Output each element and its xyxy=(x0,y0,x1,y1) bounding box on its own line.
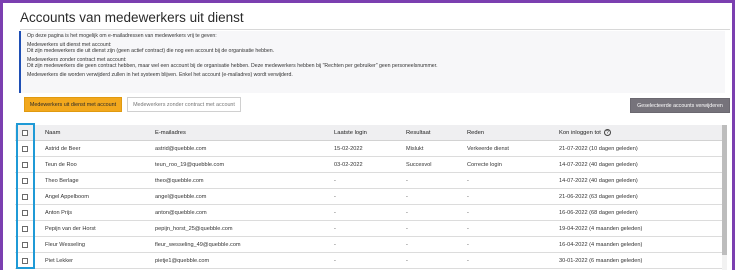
cell-last-login: 03-02-2022 xyxy=(334,162,363,168)
scrollbar-thumb[interactable] xyxy=(722,125,727,255)
cell-email: fleur_wesseling_49@quebble.com xyxy=(155,242,241,248)
cell-last-login: - xyxy=(334,178,336,184)
cell-last-login: - xyxy=(334,210,336,216)
cell-email: pietje1@quebble.com xyxy=(155,258,210,264)
cell-name: Fleur Wesseling xyxy=(45,242,86,248)
cell-can-login-until: 30-01-2022 (6 maanden geleden) xyxy=(559,258,643,264)
cell-can-login-until: 19-04-2022 (4 maanden geleden) xyxy=(559,226,643,232)
page-header: Accounts van medewerkers uit dienst xyxy=(6,6,730,30)
cell-reason: - xyxy=(467,194,469,200)
table-row: Pepijn van der Horst pepijn_horst_25@que… xyxy=(15,221,727,237)
table-row: Piet Lekker pietje1@quebble.com - - - 30… xyxy=(15,253,727,269)
cell-can-login-until: 21-06-2022 (63 dagen geleden) xyxy=(559,194,638,200)
table-row: Angel Appelboom angel@quebble.com - - - … xyxy=(15,189,727,205)
info-panel: Op deze pagina is het mogelijk om e-mail… xyxy=(19,31,725,93)
table-row: Anton Prijs anton@quebble.com - - - 16-0… xyxy=(15,205,727,221)
help-icon[interactable]: ? xyxy=(603,128,611,136)
cell-last-login: 15-02-2022 xyxy=(334,146,363,152)
column-header-email[interactable]: E-mailadres xyxy=(155,125,186,141)
tab-uit-dienst-met-account[interactable]: Medewerkers uit dienst met account xyxy=(24,97,122,112)
cell-result: - xyxy=(406,178,408,184)
tab-zonder-contract-met-account[interactable]: Medewerkers zonder contract met account xyxy=(127,97,241,112)
cell-reason: Verkeerde dienst xyxy=(467,146,509,152)
cell-last-login: - xyxy=(334,194,336,200)
cell-reason: - xyxy=(467,242,469,248)
cell-result: - xyxy=(406,210,408,216)
page-title: Accounts van medewerkers uit dienst xyxy=(20,10,244,25)
cell-name: Anton Prijs xyxy=(45,210,73,216)
column-header-name[interactable]: Naam xyxy=(45,125,60,141)
cell-name: Theo Berlage xyxy=(45,178,79,184)
cell-result: - xyxy=(406,194,408,200)
header-divider xyxy=(20,29,730,30)
table-row: Teun de Roo teun_roo_19@quebble.com 03-0… xyxy=(15,157,727,173)
cell-email: anton@quebble.com xyxy=(155,210,207,216)
cell-reason: - xyxy=(467,178,469,184)
cell-name: Piet Lekker xyxy=(45,258,73,264)
cell-reason: - xyxy=(467,226,469,232)
cell-email: astrid@quebble.com xyxy=(155,146,207,152)
cell-name: Pepijn van der Horst xyxy=(45,226,96,232)
cell-reason: - xyxy=(467,210,469,216)
cell-last-login: - xyxy=(334,258,336,264)
cell-name: Astrid de Beer xyxy=(45,146,81,152)
cell-can-login-until: 14-07-2022 (40 dagen geleden) xyxy=(559,178,638,184)
cell-reason: Correcte login xyxy=(467,162,502,168)
cell-can-login-until: 16-04-2022 (4 maanden geleden) xyxy=(559,242,643,248)
cell-last-login: - xyxy=(334,226,336,232)
table-scrollbar[interactable] xyxy=(722,125,727,270)
column-header-reason[interactable]: Reden xyxy=(467,125,484,141)
cell-email: pepijn_horst_25@quebble.com xyxy=(155,226,233,232)
cell-can-login-until: 21-07-2022 (10 dagen geleden) xyxy=(559,146,638,152)
checkbox-column-highlight xyxy=(16,123,35,269)
cell-reason: - xyxy=(467,258,469,264)
column-header-label: Kon inloggen tot xyxy=(559,130,601,136)
cell-result: Mislukt xyxy=(406,146,424,152)
cell-last-login: - xyxy=(334,242,336,248)
window-frame: Accounts van medewerkers uit dienst Op d… xyxy=(0,0,735,270)
cell-can-login-until: 14-07-2022 (40 dagen geleden) xyxy=(559,162,638,168)
accounts-table: Naam E-mailadres Laatste login Resultaat… xyxy=(15,125,727,270)
cell-email: teun_roo_19@quebble.com xyxy=(155,162,225,168)
column-header-result[interactable]: Resultaat xyxy=(406,125,431,141)
info-line: Medewerkers die worden verwijderd zullen… xyxy=(27,72,293,79)
cell-result: Succesvol xyxy=(406,162,432,168)
column-header-last-login[interactable]: Laatste login xyxy=(334,125,367,141)
cell-result: - xyxy=(406,258,408,264)
cell-name: Teun de Roo xyxy=(45,162,77,168)
cell-email: theo@quebble.com xyxy=(155,178,204,184)
table-row: Astrid de Beer astrid@quebble.com 15-02-… xyxy=(15,141,727,157)
cell-can-login-until: 16-06-2022 (68 dagen geleden) xyxy=(559,210,638,216)
cell-result: - xyxy=(406,242,408,248)
column-header-can-login-until[interactable]: Kon inloggen tot? xyxy=(559,125,611,141)
table-row: Fleur Wesseling fleur_wesseling_49@quebb… xyxy=(15,237,727,253)
cell-email: angel@quebble.com xyxy=(155,194,207,200)
table-header-row: Naam E-mailadres Laatste login Resultaat… xyxy=(15,125,727,141)
delete-selected-button[interactable]: Geselecteerde accounts verwijderen xyxy=(630,98,730,113)
table-row: Theo Berlage theo@quebble.com - - - 14-0… xyxy=(15,173,727,189)
cell-name: Angel Appelboom xyxy=(45,194,89,200)
cell-result: - xyxy=(406,226,408,232)
